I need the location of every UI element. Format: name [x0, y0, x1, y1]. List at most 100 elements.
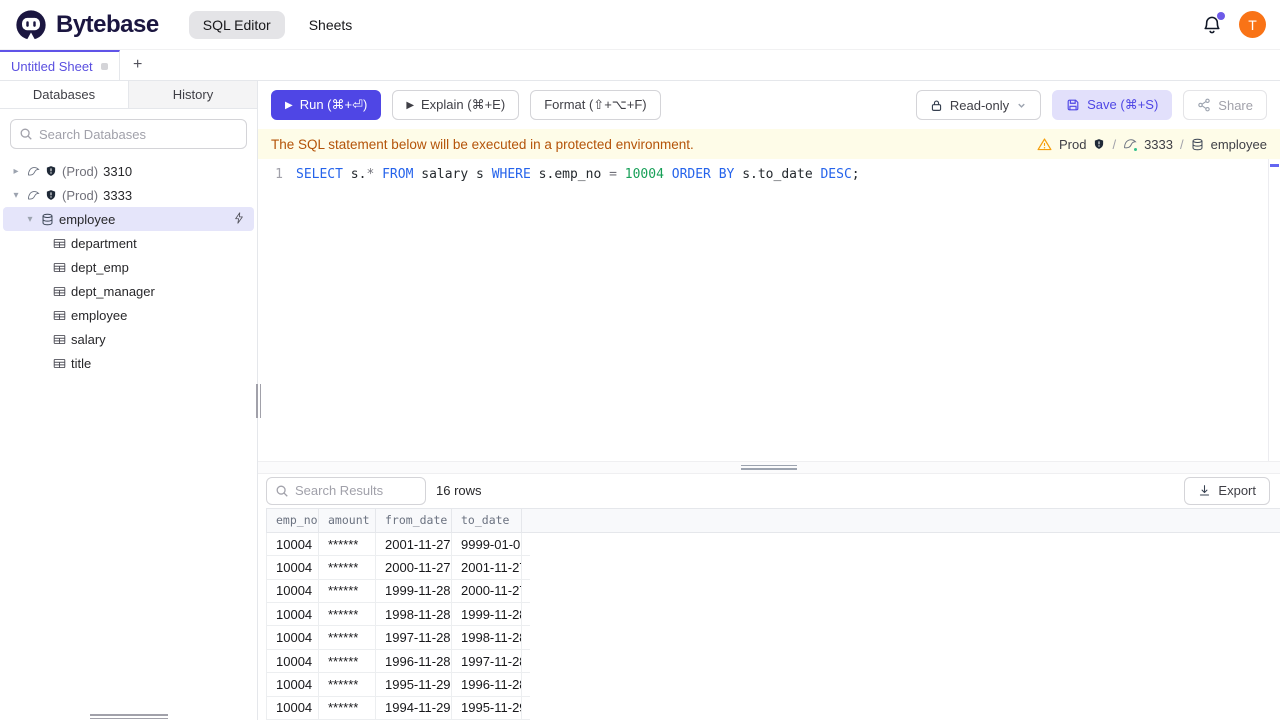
- column-header-to_date[interactable]: to_date: [452, 508, 522, 532]
- nav-sql-editor[interactable]: SQL Editor: [188, 10, 285, 39]
- column-header-emp_no[interactable]: emp_no: [267, 508, 319, 532]
- add-sheet-button[interactable]: +: [120, 50, 156, 80]
- table-cell: 2000-11-27: [376, 556, 452, 579]
- code-line: 1 SELECT s.* FROM salary s WHERE s.emp_n…: [258, 159, 1280, 185]
- tree-item-salary[interactable]: salary: [3, 327, 254, 351]
- tree-item-3310[interactable]: ▸ (Prod) 3310: [3, 159, 254, 183]
- share-button[interactable]: Share: [1183, 90, 1267, 120]
- run-button[interactable]: ▶ Run (⌘+⏎): [271, 90, 382, 120]
- table-cell: 10004: [267, 673, 319, 696]
- table-row[interactable]: 10004 ****** 1995-11-29 1996-11-28: [266, 673, 530, 697]
- column-header-from_date[interactable]: from_date: [376, 508, 452, 532]
- table-name: department: [71, 235, 137, 251]
- tree-item-employee[interactable]: employee: [3, 303, 254, 327]
- table-cell: 10004: [267, 649, 319, 673]
- tree-item-dept_manager[interactable]: dept_manager: [3, 279, 254, 303]
- results-panel: 16 rows Export emp_noamountfrom_dateto_d…: [258, 473, 1280, 720]
- tree-item-title[interactable]: title: [3, 351, 254, 375]
- caret-down-icon[interactable]: ▾: [10, 190, 22, 201]
- column-header-amount[interactable]: amount: [319, 508, 376, 532]
- table-cell: 1997-11-28: [452, 649, 522, 673]
- table-name: salary: [71, 331, 106, 347]
- share-icon: [1198, 98, 1211, 112]
- table-cell: 1995-11-29: [376, 673, 452, 696]
- table-icon: [53, 237, 66, 250]
- sql-token: FROM: [382, 167, 414, 182]
- sql-token: salary s: [413, 167, 492, 182]
- table-row[interactable]: 10004 ****** 2001-11-27 9999-01-01: [266, 532, 530, 557]
- table-row[interactable]: 10004 ****** 1997-11-28 1998-11-28: [266, 626, 530, 650]
- bytebase-logo-icon: [16, 9, 46, 40]
- caret-right-icon[interactable]: ▸: [10, 166, 22, 177]
- tab-databases[interactable]: Databases: [0, 81, 129, 108]
- table-row[interactable]: 10004 ****** 2000-11-27 2001-11-27: [266, 556, 530, 580]
- search-results-input[interactable]: [295, 483, 417, 499]
- save-button[interactable]: Save (⌘+S): [1052, 90, 1173, 120]
- search-icon: [20, 128, 32, 140]
- editor-scrollbar[interactable]: [1268, 159, 1280, 461]
- scrollbar-cursor-mark: [1270, 164, 1279, 167]
- sql-editor[interactable]: 1 SELECT s.* FROM salary s WHERE s.emp_n…: [258, 159, 1280, 461]
- search-databases-input[interactable]: [39, 126, 238, 142]
- table-cell: 1997-11-28: [376, 626, 452, 649]
- sidebar-resize-handle[interactable]: [256, 383, 261, 418]
- table-row[interactable]: 10004 ****** 1998-11-28 1999-11-28: [266, 603, 530, 627]
- save-icon: [1067, 99, 1079, 111]
- results-resize-handle[interactable]: [258, 460, 1280, 474]
- unsaved-indicator-icon: [100, 62, 108, 70]
- database-search[interactable]: [10, 119, 247, 149]
- download-icon: [1200, 485, 1210, 496]
- tree-item-3333[interactable]: ▾ (Prod) 3333: [3, 183, 254, 207]
- sidebar-bottom-resize-handle[interactable]: [89, 714, 168, 719]
- nav-sheets[interactable]: Sheets: [309, 17, 353, 33]
- sql-token: s.to_date: [734, 167, 821, 182]
- sheet-tab-bar: Untitled Sheet +: [0, 50, 1280, 81]
- tree-item-dept_emp[interactable]: dept_emp: [3, 255, 254, 279]
- brand-name: Bytebase: [56, 10, 159, 38]
- table-icon: [53, 309, 66, 322]
- sql-token: SELECT: [296, 167, 343, 182]
- format-button[interactable]: Format (⇧+⌥+F): [530, 90, 661, 120]
- table-name: dept_emp: [71, 259, 129, 275]
- tree-item-department[interactable]: department: [3, 231, 254, 255]
- table-cell: ******: [319, 556, 376, 579]
- sql-statement: SELECT s.* FROM salary s WHERE s.emp_no …: [296, 165, 860, 185]
- table-row[interactable]: 10004 ****** 1994-11-29 1995-11-29: [266, 696, 530, 720]
- table-cell: 1995-11-29: [452, 696, 522, 719]
- tab-history[interactable]: History: [129, 81, 257, 108]
- editor-panel: ▶ Run (⌘+⏎) ▶ Explain (⌘+E) Format (⇧+⌥+…: [258, 81, 1280, 720]
- table-cell: 10004: [267, 626, 319, 649]
- instance-name: 3310: [103, 163, 133, 179]
- chevron-down-icon: [1018, 103, 1025, 108]
- mysql-icon: [1123, 137, 1139, 152]
- table-row[interactable]: 10004 ****** 1996-11-28 1997-11-28: [266, 649, 530, 674]
- shield-icon: [1095, 139, 1104, 149]
- notifications-button[interactable]: [1201, 11, 1225, 36]
- table-cell: 10004: [267, 556, 319, 579]
- table-cell: 1999-11-28: [452, 603, 522, 626]
- table-cell: ******: [319, 673, 376, 696]
- mysql-icon: [27, 165, 40, 178]
- explain-button[interactable]: ▶ Explain (⌘+E): [392, 90, 520, 120]
- results-grid: emp_no amount from_date to_date 10004 ******…: [266, 507, 1280, 720]
- readonly-mode-dropdown[interactable]: Read-only: [915, 90, 1042, 120]
- tab-untitled-sheet[interactable]: Untitled Sheet: [0, 50, 120, 80]
- export-button[interactable]: Export: [1184, 476, 1270, 505]
- tree-item-employee[interactable]: ▾ employee: [3, 207, 254, 231]
- online-status-dot: [1133, 147, 1139, 152]
- row-count: 16 rows: [436, 483, 482, 499]
- avatar[interactable]: T: [1239, 11, 1266, 38]
- table-cell: ******: [319, 649, 376, 673]
- table-row[interactable]: 10004 ****** 1999-11-28 2000-11-27: [266, 579, 530, 604]
- results-search[interactable]: [266, 476, 426, 505]
- sheet-tab-label: Untitled Sheet: [11, 58, 93, 74]
- bytebase-logo[interactable]: Bytebase: [14, 8, 159, 42]
- connect-bolt-icon[interactable]: [233, 212, 245, 224]
- shield-icon: [45, 189, 57, 201]
- caret-down-icon[interactable]: ▾: [24, 214, 36, 225]
- line-number: 1: [275, 167, 283, 182]
- sql-token: WHERE: [491, 167, 531, 182]
- play-icon: ▶: [406, 99, 415, 111]
